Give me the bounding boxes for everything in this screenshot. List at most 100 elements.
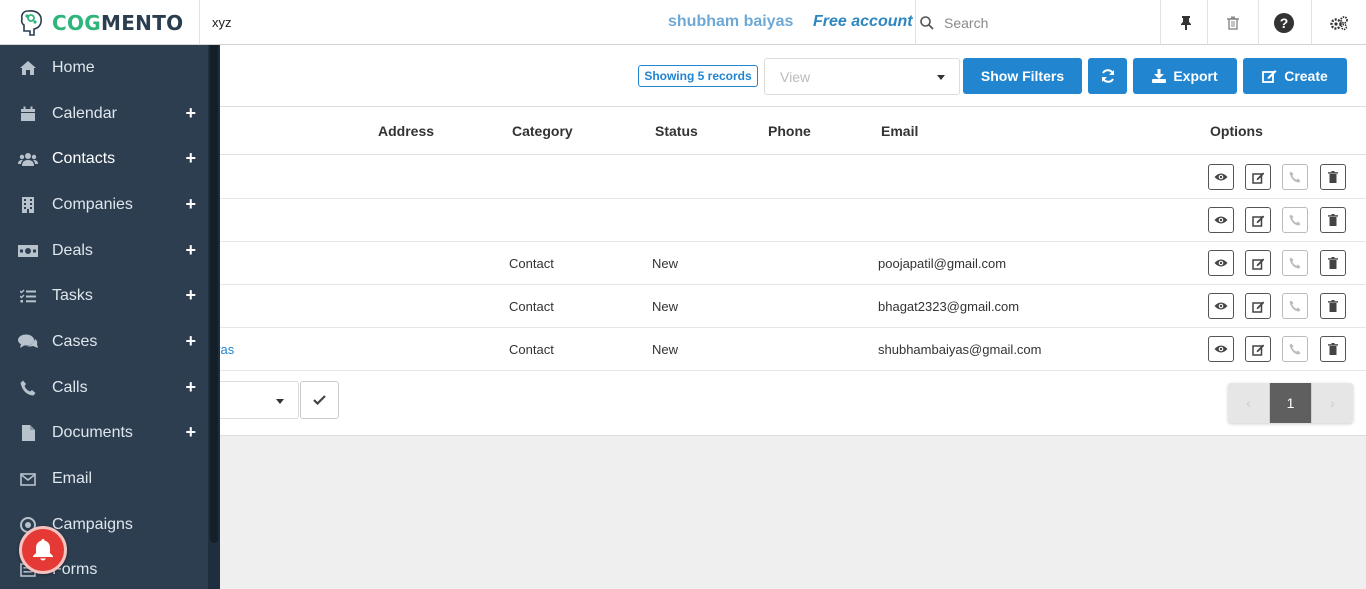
sidebar-item-label: Deals [52,242,93,259]
edit-button[interactable] [1245,336,1271,362]
phone-icon [1289,171,1301,183]
apply-bulk-action-button[interactable] [300,381,339,419]
sidebar-item-cases[interactable]: Cases + [0,320,208,364]
delete-button[interactable] [1320,207,1346,233]
search-icon [920,15,934,30]
comments-icon [18,332,38,352]
delete-button[interactable] [1320,293,1346,319]
sidebar-item-home[interactable]: Home [0,46,208,90]
sidebar-item-deals[interactable]: Deals + [0,229,208,273]
view-select[interactable]: View [764,58,960,95]
eye-icon [1214,259,1228,267]
sidebar-item-calendar[interactable]: Calendar + [0,92,208,136]
view-button[interactable] [1208,207,1234,233]
table-row [220,156,1366,199]
previous-page-button[interactable]: ‹ [1228,383,1269,423]
check-icon [313,395,326,405]
view-button[interactable] [1208,250,1234,276]
trash-icon [1328,343,1338,355]
call-button[interactable] [1282,250,1308,276]
pin-button[interactable] [1160,0,1210,45]
view-button[interactable] [1208,336,1234,362]
column-header-address[interactable]: Address [378,123,434,139]
brain-gear-icon [20,9,42,36]
app-logo[interactable]: COGMENTO [0,0,200,45]
add-task-button[interactable]: + [185,285,196,306]
sidebar-item-companies[interactable]: Companies + [0,183,208,227]
home-icon [18,58,38,78]
add-calendar-button[interactable]: + [185,103,196,124]
search-input[interactable] [944,14,1164,31]
sidebar-item-tasks[interactable]: Tasks + [0,274,208,318]
call-button[interactable] [1282,293,1308,319]
users-icon [18,149,38,169]
refresh-icon [1101,69,1114,83]
page-1-button[interactable]: 1 [1269,383,1312,423]
add-company-button[interactable]: + [185,194,196,215]
delete-button[interactable] [1320,250,1346,276]
refresh-button[interactable] [1088,58,1127,94]
sidebar-item-email[interactable]: Email [0,457,208,501]
envelope-icon [18,469,38,489]
cell-status: New [652,299,679,314]
edit-button[interactable] [1245,293,1271,319]
call-button[interactable] [1282,336,1308,362]
sidebar-item-label: Companies [52,196,133,213]
add-contact-button[interactable]: + [185,148,196,169]
trash-icon [1328,171,1338,183]
edit-button[interactable] [1245,250,1271,276]
edit-button[interactable] [1245,164,1271,190]
trash-button[interactable] [1207,0,1257,45]
account-type-link[interactable]: Free account [813,13,913,31]
export-button[interactable]: Export [1133,58,1237,94]
delete-button[interactable] [1320,336,1346,362]
table-row: Contact New bhagat2323@gmail.com [220,285,1366,328]
export-label: Export [1173,68,1218,84]
sidebar-item-documents[interactable]: Documents + [0,411,208,455]
call-button[interactable] [1282,164,1308,190]
add-call-button[interactable]: + [185,377,196,398]
phone-icon [1289,343,1301,355]
trash-icon [1328,257,1338,269]
column-header-phone[interactable]: Phone [768,123,811,139]
add-deal-button[interactable]: + [185,240,196,261]
download-icon [1152,69,1167,83]
create-button[interactable]: Create [1243,58,1347,94]
pin-icon [1180,16,1191,30]
show-filters-button[interactable]: Show Filters [963,58,1082,94]
call-button[interactable] [1282,207,1308,233]
sidebar-item-label: Home [52,59,95,76]
money-icon [18,241,38,261]
create-label: Create [1284,68,1328,84]
help-button[interactable]: ? [1258,0,1308,45]
column-header-options: Options [1210,123,1263,139]
trash-icon [1328,214,1338,226]
tasks-icon [18,286,38,306]
bulk-action-select[interactable] [220,381,299,419]
add-case-button[interactable]: + [185,331,196,352]
chevron-down-icon [276,399,284,404]
next-page-button[interactable]: › [1312,383,1353,423]
file-icon [18,423,38,443]
top-header: COGMENTO xyz shubham baiyas Free account… [0,0,1366,45]
settings-button[interactable] [1311,0,1366,45]
delete-button[interactable] [1320,164,1346,190]
view-button[interactable] [1208,164,1234,190]
column-header-status[interactable]: Status [655,123,698,139]
view-select-placeholder: View [780,68,811,85]
sidebar: Home Calendar + Contacts + Companies + D… [0,45,220,589]
phone-icon [1289,300,1301,312]
column-header-category[interactable]: Category [512,123,573,139]
sidebar-item-label: Calendar [52,105,117,122]
sidebar-item-contacts[interactable]: Contacts + [0,137,208,181]
eye-icon [1214,345,1228,353]
column-header-email[interactable]: Email [881,123,918,139]
sidebar-item-calls[interactable]: Calls + [0,366,208,410]
cell-email: shubhambaiyas@gmail.com [878,342,1042,357]
notification-bell-button[interactable] [19,526,67,574]
edit-button[interactable] [1245,207,1271,233]
sidebar-scrollbar-thumb[interactable] [210,45,218,543]
show-filters-label: Show Filters [980,68,1065,84]
add-document-button[interactable]: + [185,422,196,443]
view-button[interactable] [1208,293,1234,319]
